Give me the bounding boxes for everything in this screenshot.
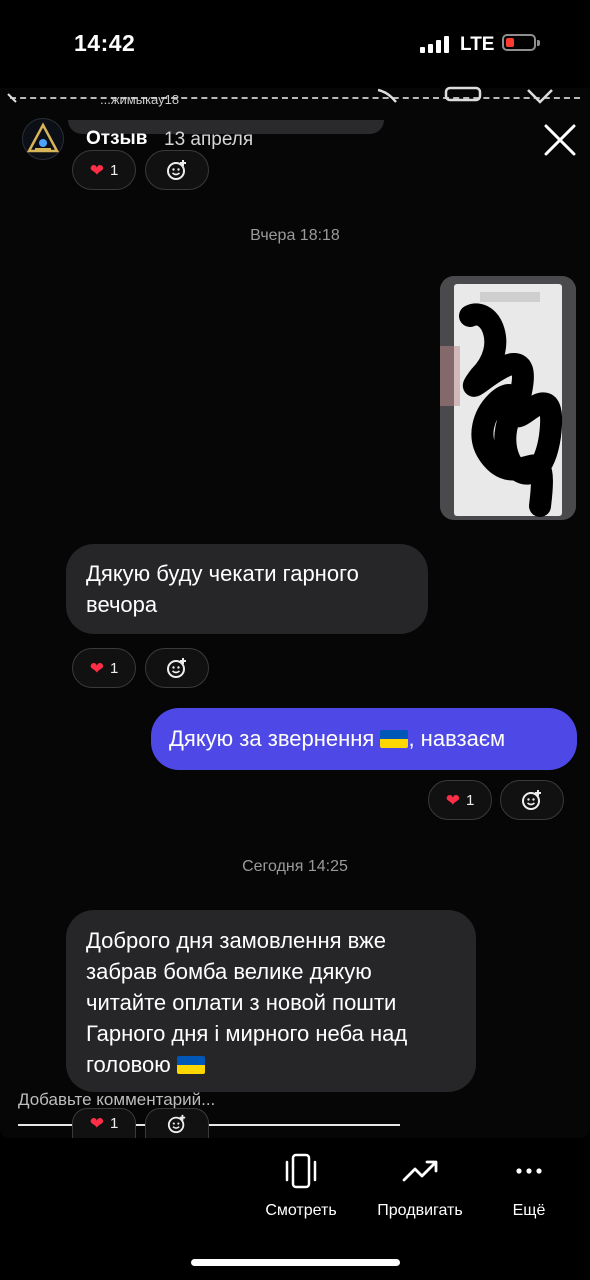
heart-icon: ❤ [89, 1114, 104, 1133]
network-label: LTE [460, 34, 495, 55]
incoming-message[interactable]: Дякую буду чекати гарного вечора [66, 544, 428, 634]
more-dots-icon [516, 1168, 542, 1174]
promote-button[interactable]: Продвигать [365, 1152, 475, 1220]
cropped-header-text: ...жимыкау18 [100, 92, 180, 107]
add-emoji-icon [167, 1114, 186, 1133]
story-date: 13 апреля [164, 129, 254, 150]
reaction-pill[interactable]: ❤ 1 [72, 150, 136, 190]
battery-icon [502, 34, 540, 51]
trending-up-icon [402, 1160, 438, 1182]
timestamp: Вчера 18:18 [250, 227, 340, 244]
incoming-message[interactable]: Доброго дня замовлення вже забрав бомба … [66, 910, 476, 1092]
cropped-header-icons [7, 86, 553, 104]
add-emoji-icon [522, 790, 541, 810]
add-reaction-button[interactable] [500, 780, 564, 820]
dashed-divider [10, 97, 580, 99]
heart-icon: ❤ [89, 160, 104, 180]
more-button[interactable]: Ещё [474, 1152, 584, 1220]
reaction-pill[interactable]: ❤ 1 [72, 1108, 136, 1138]
phone-vibrate-icon [285, 1153, 317, 1189]
status-time: 14:42 [74, 30, 136, 56]
heart-icon: ❤ [445, 790, 460, 810]
add-emoji-icon [167, 160, 186, 180]
add-emoji-icon [167, 658, 186, 678]
triangle-logo-icon [26, 122, 60, 153]
shared-photo[interactable] [440, 276, 576, 520]
ukraine-flag-icon [380, 730, 409, 748]
view-button[interactable]: Смотреть [246, 1152, 356, 1220]
sender-avatar-small [26, 602, 34, 632]
home-indicator[interactable] [191, 1259, 400, 1266]
ukraine-flag-icon [176, 1056, 205, 1074]
add-reaction-button[interactable] [145, 648, 209, 688]
story-title: Отзыв [86, 128, 148, 149]
add-reaction-button[interactable] [145, 150, 209, 190]
close-icon[interactable] [542, 122, 578, 158]
avatar[interactable] [22, 118, 64, 160]
add-reaction-button[interactable] [145, 1108, 209, 1138]
reaction-pill[interactable]: ❤ 1 [428, 780, 492, 820]
outgoing-message[interactable]: Дякую за звернення , навзаєм [151, 708, 577, 770]
signal-icon [420, 36, 450, 53]
timestamp: Сегодня 14:25 [242, 858, 348, 875]
reaction-pill[interactable]: ❤ 1 [72, 648, 136, 688]
heart-icon: ❤ [89, 658, 104, 678]
comment-input[interactable]: Добавьте комментарий... [18, 1090, 215, 1110]
